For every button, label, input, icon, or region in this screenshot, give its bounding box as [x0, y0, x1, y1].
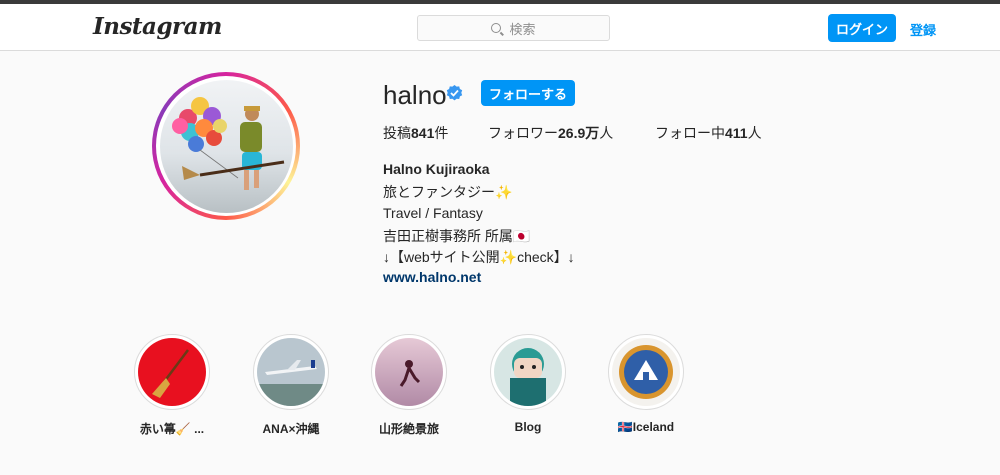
- bio-line: ↓【webサイト公開✨check】↓: [383, 249, 575, 265]
- followers-value: 26.9万: [558, 125, 600, 141]
- highlight-label: 🇮🇸Iceland: [617, 420, 675, 434]
- highlight-label: ANA×沖縄: [262, 422, 320, 436]
- highlight-label: 山形絶景旅: [378, 422, 439, 436]
- highlight-cover-hostelling-badge: [612, 338, 680, 406]
- highlight-cover-airplane: [257, 338, 325, 406]
- posts-count: 投稿841件: [383, 125, 449, 141]
- instagram-logo[interactable]: Instagram: [93, 13, 222, 40]
- verified-badge-icon: [446, 85, 463, 101]
- bio-full-name: Halno Kujiraoka: [383, 161, 490, 177]
- register-link[interactable]: 登録: [910, 20, 936, 39]
- highlight-item[interactable]: 山形絶景旅: [371, 334, 447, 437]
- bio-line: 旅とファンタジー✨: [383, 184, 513, 200]
- search-icon: [491, 23, 502, 33]
- avatar-illustration: [171, 96, 284, 190]
- highlight-item[interactable]: 赤い箒🧹 ...: [134, 334, 210, 437]
- posts-value: 841: [411, 125, 435, 141]
- bio-line: Travel / Fantasy: [383, 205, 483, 221]
- highlight-item[interactable]: Blog: [490, 334, 566, 434]
- bio-website-link[interactable]: www.halno.net: [383, 269, 481, 285]
- following-count[interactable]: フォロー中411人: [655, 123, 762, 143]
- highlight-label: Blog: [514, 420, 542, 434]
- highlight-label: 赤い箒🧹 ...: [139, 422, 205, 436]
- followers-count[interactable]: フォロワー26.9万人: [488, 123, 613, 143]
- follow-button[interactable]: フォローする: [481, 80, 575, 106]
- highlight-cover-blog: [494, 338, 562, 406]
- login-button[interactable]: ログイン: [828, 14, 896, 42]
- profile-avatar[interactable]: [152, 72, 300, 220]
- highlight-item[interactable]: ANA×沖縄: [253, 334, 329, 437]
- profile-username: halno: [383, 80, 447, 110]
- search-placeholder: 検索: [509, 21, 536, 37]
- avatar-photo: [159, 79, 293, 213]
- highlight-cover-mountain: [375, 338, 443, 406]
- highlight-cover-broom: [138, 338, 206, 406]
- top-navigation: Instagram 検索 ログイン 登録: [0, 4, 1000, 51]
- search-box[interactable]: 検索: [417, 15, 610, 41]
- following-value: 411: [725, 125, 748, 141]
- bio-line: 吉田正樹事務所 所属🇯🇵: [383, 228, 531, 244]
- highlight-item[interactable]: 🇮🇸Iceland: [608, 334, 684, 434]
